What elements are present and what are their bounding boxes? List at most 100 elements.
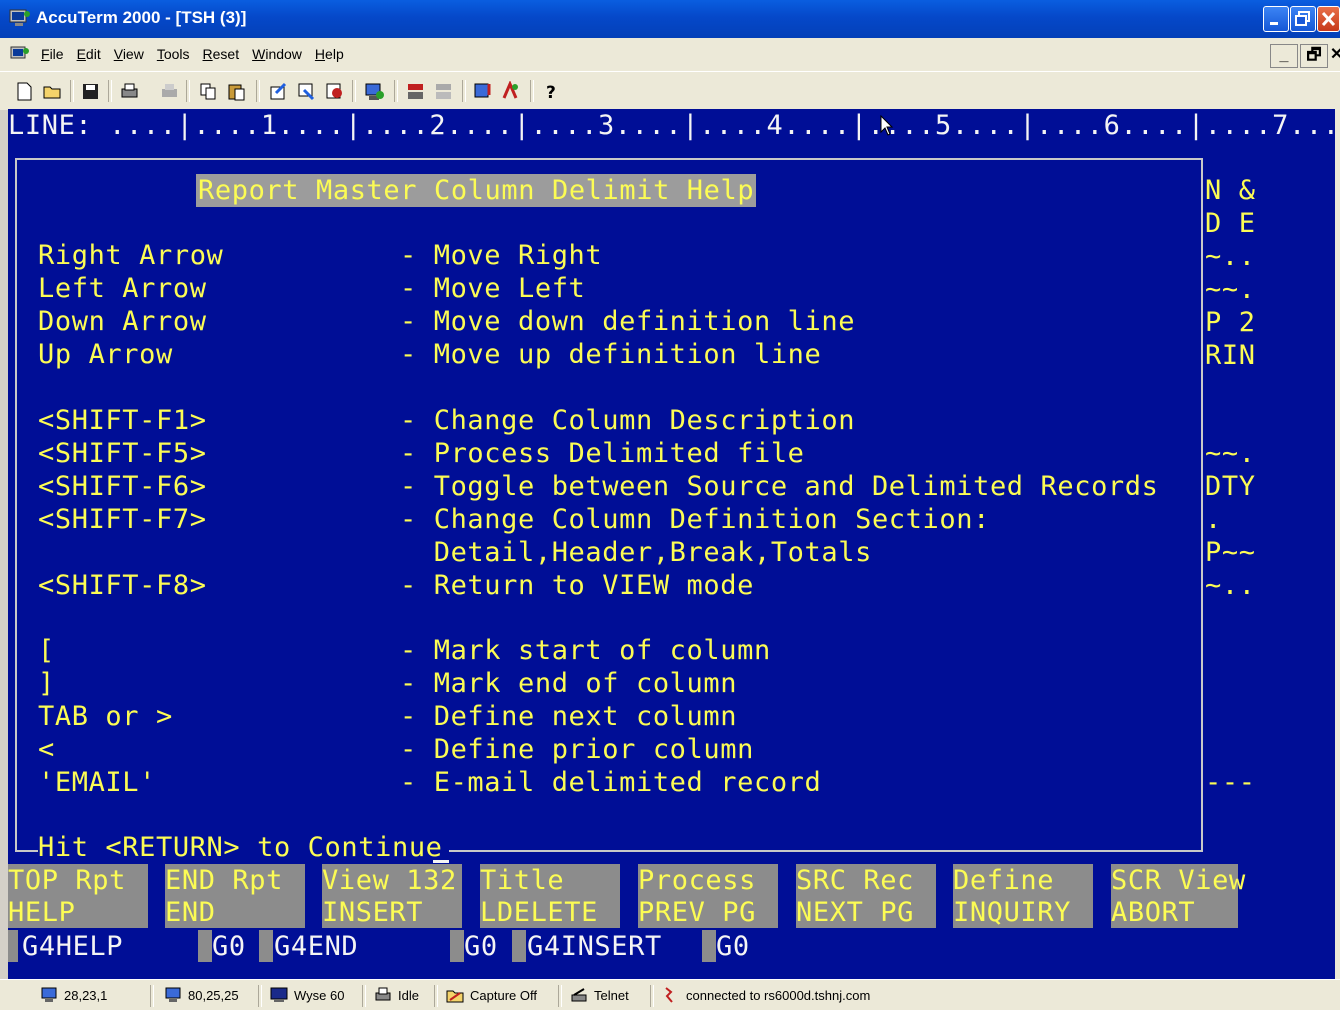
- script-icon[interactable]: [500, 81, 521, 102]
- help-key: <SHIFT-F6>: [38, 471, 207, 502]
- bottom-status-text: G4INSERT: [527, 931, 662, 962]
- help-key: <SHIFT-F5>: [38, 438, 207, 469]
- send-icon[interactable]: [268, 81, 289, 102]
- menu-help[interactable]: Help: [315, 46, 344, 62]
- help-key: <SHIFT-F8>: [38, 570, 207, 601]
- minimize-button[interactable]: [1263, 6, 1289, 32]
- close-button[interactable]: [1317, 6, 1340, 32]
- background-text: DTY: [1205, 471, 1256, 502]
- help-key: <SHIFT-F7>: [38, 504, 207, 535]
- new-icon[interactable]: [14, 81, 35, 102]
- connection-icon: [665, 987, 673, 1003]
- help-desc: - Move up definition line: [400, 339, 822, 370]
- fkey-label-line2: LDELETE: [480, 897, 598, 928]
- continue-prompt: Hit <RETURN> to Continue: [38, 831, 449, 864]
- fkey-label-line1: View 132: [322, 865, 457, 896]
- monitor-icon: [165, 987, 181, 1002]
- bottom-status-text: G0: [716, 931, 750, 962]
- fkey-label-line2: NEXT PG: [796, 897, 914, 928]
- stop-transfer-icon[interactable]: [324, 81, 345, 102]
- fkey-label-line2: INSERT: [322, 897, 424, 928]
- menu-tools[interactable]: Tools: [157, 46, 190, 62]
- help-key: Left Arrow: [38, 273, 207, 304]
- help-key: Right Arrow: [38, 240, 224, 271]
- help-desc: - Change Column Description: [400, 405, 856, 436]
- help-key: TAB or >: [38, 701, 173, 732]
- background-text: P 2: [1205, 307, 1256, 338]
- attribute-marker: [259, 930, 273, 962]
- fkey-label-line2: HELP: [8, 897, 76, 928]
- help-key: Up Arrow: [38, 339, 173, 370]
- help-desc: - Mark end of column: [400, 668, 738, 699]
- vertical-scrollbar[interactable]: [1335, 109, 1340, 979]
- mdi-controls: _ 🗗 ✕: [1268, 44, 1340, 68]
- help-key: <: [38, 734, 55, 765]
- fkey-5-label[interactable]: Process PREV PG: [638, 864, 778, 928]
- attribute-marker: [702, 930, 716, 962]
- paste-icon[interactable]: [226, 81, 247, 102]
- svg-text:?: ?: [546, 83, 556, 102]
- minimize-icon: [1270, 22, 1278, 25]
- document-icon[interactable]: [10, 46, 30, 64]
- capture-state-text: Capture Off: [470, 987, 537, 1003]
- background-text: .: [1205, 504, 1222, 535]
- menu-file[interactable]: File: [41, 46, 64, 62]
- cursor-position: 28,23,1: [40, 987, 107, 1003]
- telnet-icon: [571, 988, 587, 1002]
- connection-status: connected to rs6000d.tshnj.com: [662, 987, 870, 1003]
- fkey-2-label[interactable]: END Rpt END: [165, 864, 305, 928]
- mdi-restore-button[interactable]: 🗗: [1300, 44, 1328, 68]
- receive-icon[interactable]: [296, 81, 317, 102]
- mdi-close-button[interactable]: ✕: [1330, 44, 1340, 68]
- fkey-label-line1: Process: [638, 865, 756, 896]
- fkey-1-label[interactable]: TOP Rpt HELP: [8, 864, 148, 928]
- attribute-marker: [450, 930, 464, 962]
- help-desc: - Mark start of column: [400, 635, 771, 666]
- fkey-label-line2: ABORT: [1111, 897, 1196, 928]
- background-text: P~~: [1205, 537, 1256, 568]
- terminal-icon: [270, 987, 288, 1002]
- fkey-label-line2: PREV PG: [638, 897, 756, 928]
- save-icon[interactable]: [80, 81, 101, 102]
- mdi-minimize-button[interactable]: _: [1270, 44, 1298, 68]
- help-key: Down Arrow: [38, 306, 207, 337]
- menu-reset[interactable]: Reset: [203, 46, 240, 62]
- fkey-label-line2: INQUIRY: [953, 897, 1071, 928]
- help-desc: - Change Column Definition Section:: [400, 504, 990, 535]
- menu-window[interactable]: Window: [252, 46, 302, 62]
- macro-icon[interactable]: [472, 81, 493, 102]
- open-folder-icon[interactable]: [42, 81, 63, 102]
- disconnect-icon[interactable]: [433, 81, 454, 102]
- help-key: ]: [38, 668, 55, 699]
- printer-icon: [375, 987, 391, 1001]
- background-text: ~~.: [1205, 274, 1256, 305]
- restore-button[interactable]: [1290, 6, 1316, 32]
- window-title: AccuTerm 2000 - [TSH (3)]: [36, 8, 247, 27]
- title-bar[interactable]: AccuTerm 2000 - [TSH (3)]: [0, 0, 1340, 38]
- help-desc: - Define prior column: [400, 734, 754, 765]
- background-text: ~..: [1205, 241, 1256, 272]
- fkey-7-label[interactable]: Define INQUIRY: [953, 864, 1093, 928]
- copy-icon[interactable]: [198, 81, 219, 102]
- help-icon[interactable]: ?: [541, 81, 562, 102]
- connection-status-text: connected to rs6000d.tshnj.com: [686, 987, 871, 1003]
- connect-icon[interactable]: [405, 81, 426, 102]
- fkey-6-label[interactable]: SRC Rec NEXT PG: [796, 864, 936, 928]
- menu-edit[interactable]: Edit: [77, 46, 101, 62]
- screen-size-text: 80,25,25: [188, 987, 239, 1003]
- fkey-4-label[interactable]: Title LDELETE: [480, 864, 620, 928]
- help-desc: - Define next column: [400, 701, 738, 732]
- capture-icon: [446, 990, 464, 1003]
- help-title: Report Master Column Delimit Help: [196, 174, 757, 207]
- menu-view[interactable]: View: [114, 46, 144, 62]
- help-desc: - Toggle between Source and Delimited Re…: [400, 471, 1159, 502]
- terminal-screen[interactable]: LINE: ....|....1....|....2....|....3....…: [8, 109, 1335, 979]
- settings-icon[interactable]: [364, 81, 385, 102]
- print-screen-icon[interactable]: [159, 81, 180, 102]
- fkey-8-label[interactable]: SCR View ABORT: [1111, 864, 1245, 928]
- print-icon[interactable]: [119, 81, 140, 102]
- fkey-label-line1: SRC Rec: [796, 865, 914, 896]
- fkey-3-label[interactable]: View 132 INSERT: [322, 864, 462, 928]
- screen-size: 80,25,25: [164, 987, 239, 1003]
- help-key: 'EMAIL': [38, 767, 156, 798]
